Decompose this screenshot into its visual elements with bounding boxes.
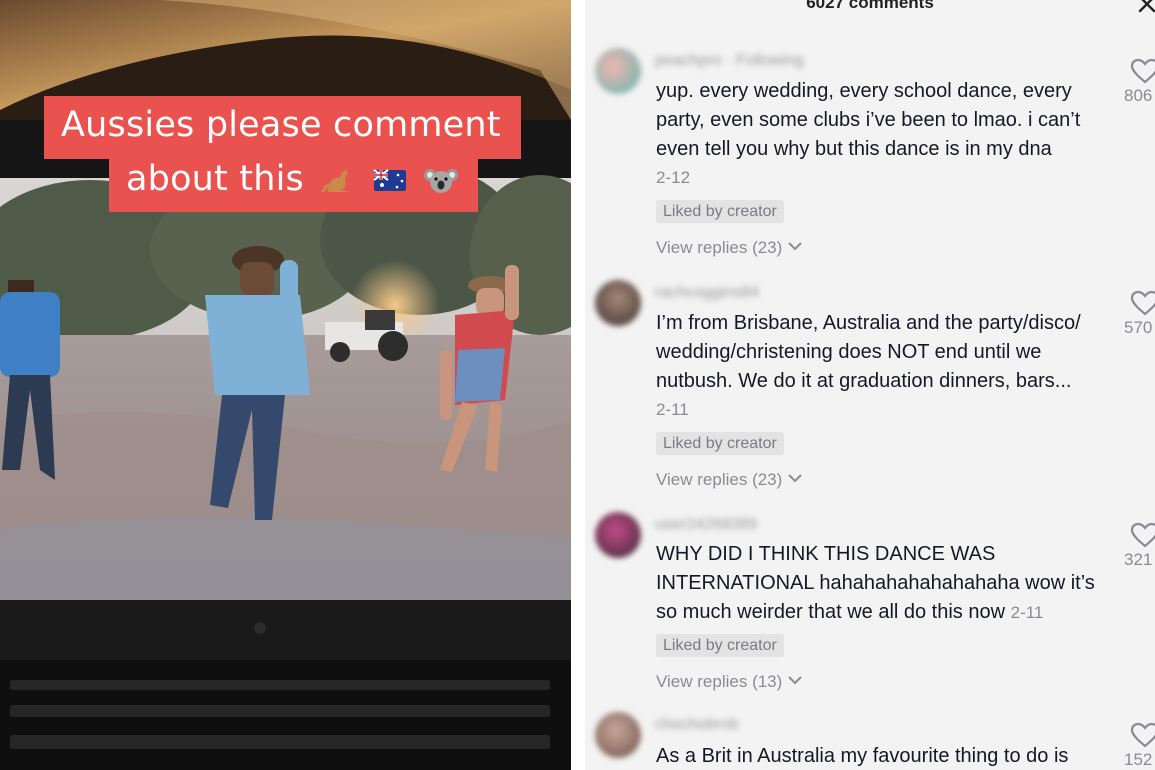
like-count: 806 [1124,86,1153,105]
avatar[interactable] [595,280,641,326]
view-replies-button[interactable]: View replies (13) [656,672,803,692]
chevron-down-icon [788,242,803,251]
video-player[interactable]: Aussies please comment about this [0,0,571,770]
chevron-down-icon [788,676,803,685]
like-count: 570 [1124,318,1153,337]
comment-date: 2-11 [1010,603,1044,622]
view-replies-button[interactable]: View replies (23) [656,470,803,490]
close-icon [1138,0,1155,13]
comment-text: yup. every wedding, every school dance, … [656,80,1081,160]
avatar[interactable] [595,712,641,758]
caption-line-1: Aussies please comment [44,96,521,159]
comment-username[interactable]: rachcoggins84 [655,284,759,302]
close-button[interactable] [1137,0,1155,14]
image-divider [571,0,585,770]
kangaroo-icon [321,166,355,194]
avatar[interactable] [595,48,641,94]
view-replies-label: View replies (13) [656,672,783,691]
chevron-down-icon [788,474,803,483]
view-replies-label: View replies (23) [656,470,783,489]
liked-by-creator-badge: Liked by creator [656,200,784,223]
comment-username[interactable]: chochobrob [655,716,739,734]
comment-username[interactable]: peachpro · Following [655,52,804,70]
like-count: 321 [1124,550,1153,569]
koala-icon [423,166,458,194]
heart-icon[interactable] [1130,58,1155,84]
heart-icon[interactable] [1130,290,1155,316]
heart-icon[interactable] [1130,522,1155,548]
comments-panel: 6027 comments peachpro · Following yup. … [585,0,1155,770]
heart-icon[interactable] [1130,722,1155,748]
comment-text: As a Brit in Australia my favourite thin… [656,745,1069,767]
comment-date: 2-12 [656,168,691,187]
avatar[interactable] [595,512,641,558]
like-count: 152 [1124,750,1153,769]
view-replies-button[interactable]: View replies (23) [656,238,803,258]
caption-text-2: about this [126,159,304,199]
liked-by-creator-badge: Liked by creator [656,432,784,455]
view-replies-label: View replies (23) [656,238,783,257]
australia-flag-icon [373,166,407,194]
comments-count-header: 6027 comments [806,0,934,12]
comment-text: WHY DID I THINK THIS DANCE WAS INTERNATI… [656,540,1106,627]
caption-line-2: about this [109,156,478,212]
comment-username[interactable]: user24268389 [655,516,757,534]
caption-text-1: Aussies please comment [61,105,501,145]
comment-date: 2-11 [656,400,689,419]
liked-by-creator-badge: Liked by creator [656,634,784,657]
comment-text: I’m from Brisbane, Australia and the par… [656,312,1081,392]
